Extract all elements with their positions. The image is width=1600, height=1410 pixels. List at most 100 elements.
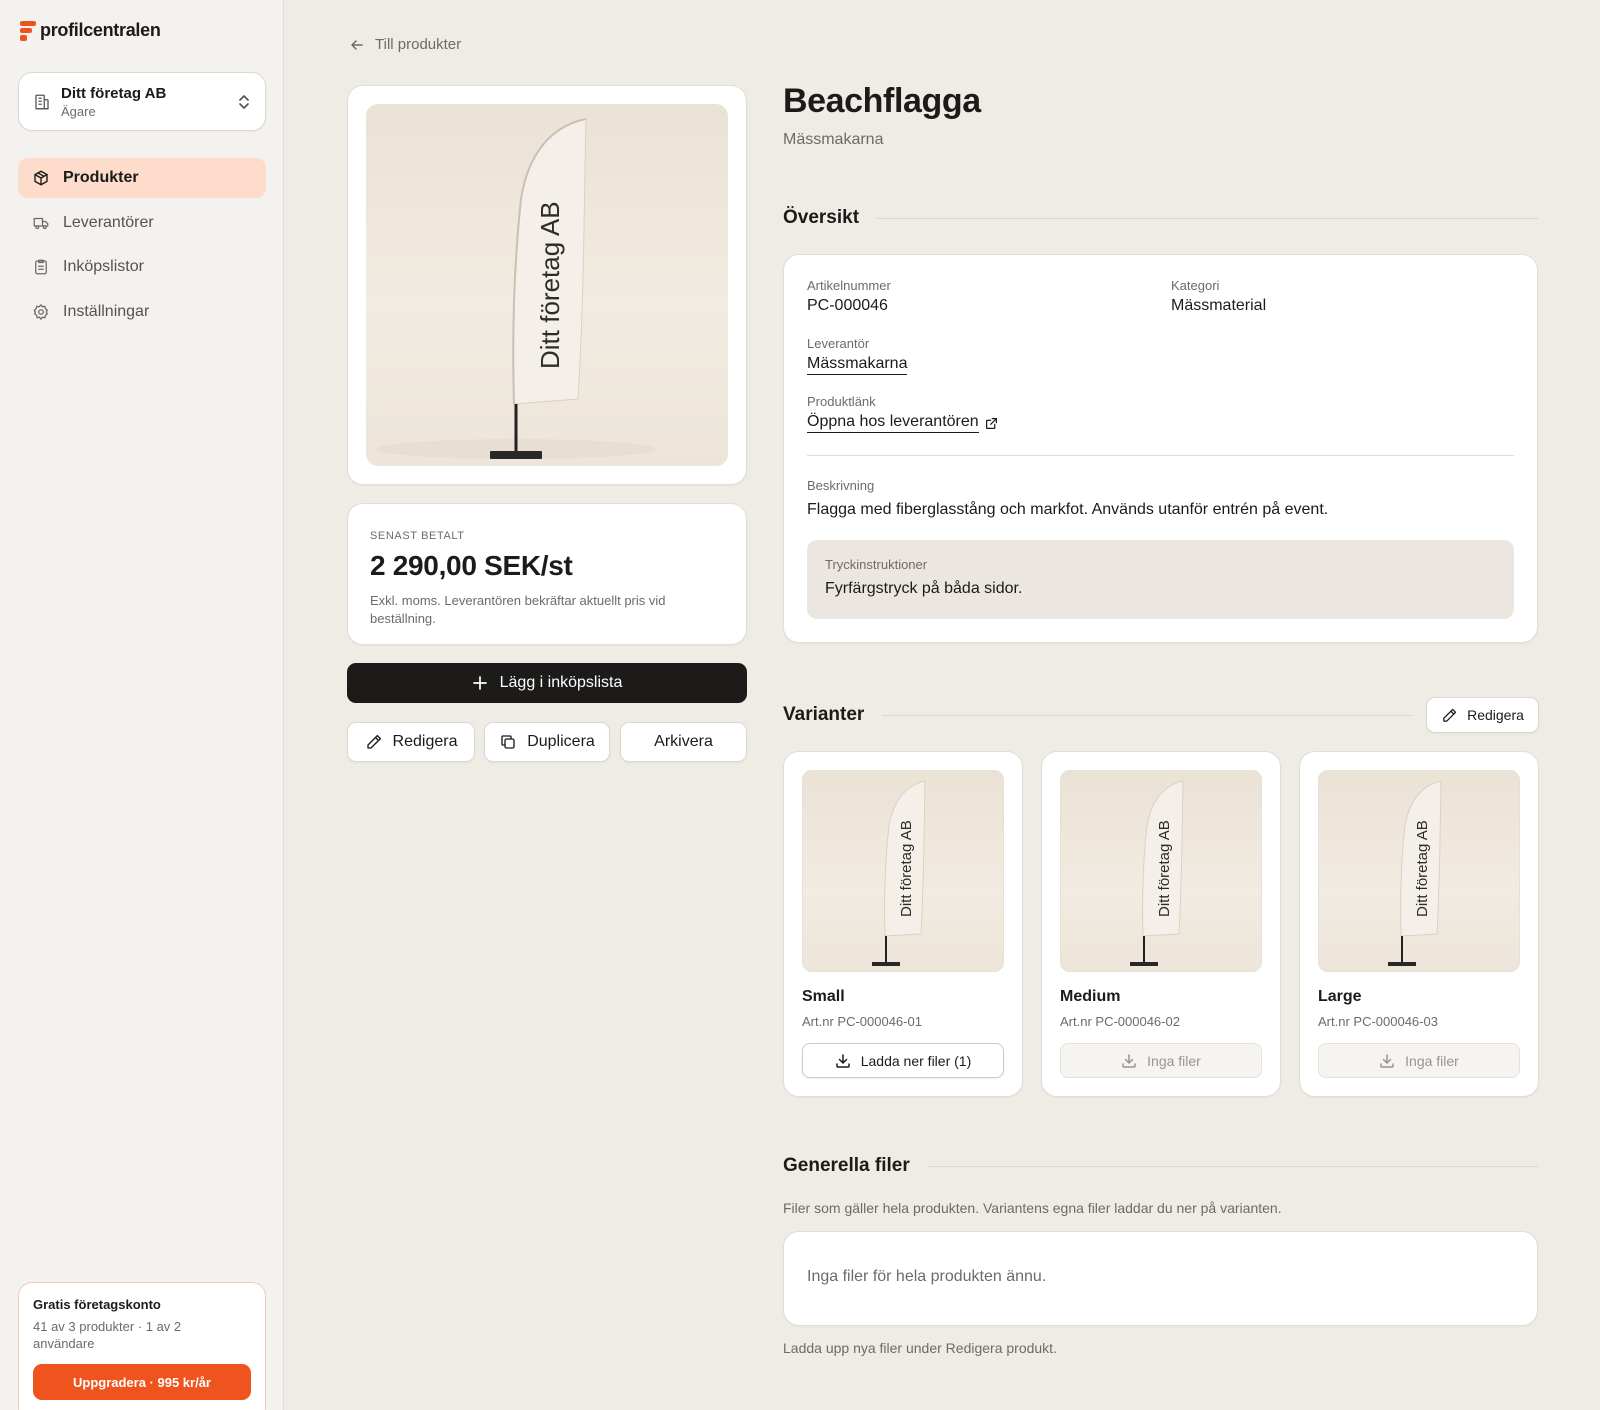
flag-print-text: Ditt företag AB	[898, 820, 915, 917]
download-files-label: Ladda ner filer (1)	[860, 1052, 972, 1069]
article-field: Artikelnummer PC-000046	[807, 278, 891, 315]
product-image-card: Ditt företag AB	[347, 85, 747, 485]
general-files-empty-text: Inga filer för hela produkten ännu.	[807, 1268, 1047, 1285]
description-field: Beskrivning Flagga med fiberglasstång oc…	[807, 478, 1328, 519]
truck-icon	[33, 217, 49, 229]
external-link-icon	[985, 417, 997, 429]
price-note: Exkl. moms. Leverantören bekräftar aktue…	[370, 593, 666, 626]
price-label: SENAST BETALT	[370, 530, 465, 542]
plan-card: Gratis företagskonto 41 av 3 produkter ·…	[18, 1282, 266, 1410]
variants-heading: Varianter	[783, 704, 1413, 726]
no-files-button[interactable]: Inga filer	[1060, 1043, 1262, 1078]
archive-label: Arkivera	[654, 733, 713, 750]
add-to-list-button[interactable]: Lägg i inköpslista	[347, 663, 747, 703]
download-icon	[1122, 1053, 1136, 1068]
download-icon	[835, 1053, 850, 1068]
general-files-heading: Generella filer	[783, 1155, 1538, 1177]
package-icon	[34, 170, 48, 186]
sidebar-item-inkopslistor[interactable]: Inköpslistor	[18, 247, 266, 287]
beach-flag-illustration: Ditt företag AB	[872, 780, 926, 966]
overview-heading: Översikt	[783, 207, 1538, 229]
archive-button[interactable]: Arkivera	[620, 722, 747, 762]
divider	[877, 217, 1538, 219]
logo[interactable]: profilcentralen	[20, 20, 161, 41]
supplier-link[interactable]: Mässmakarna	[807, 355, 908, 375]
product-link-text: Öppna hos leverantören	[807, 413, 979, 433]
print-value: Fyrfärgstryck på båda sidor.	[825, 580, 1023, 597]
price-card: SENAST BETALT 2 290,00 SEK/st Exkl. moms…	[347, 503, 747, 645]
no-files-label: Inga filer	[1405, 1052, 1459, 1069]
general-files-footer: Ladda upp nya filer under Redigera produ…	[783, 1340, 1057, 1356]
upgrade-button[interactable]: Uppgradera · 995 kr/år	[33, 1364, 251, 1400]
flag-print-text: Ditt företag AB	[1414, 820, 1431, 917]
product-title: Beachflagga	[783, 82, 981, 120]
sidebar-item-label: Leverantörer	[63, 213, 154, 231]
plan-usage: 41 av 3 produkter · 1 av 2 användare	[33, 1319, 182, 1351]
price-value: 2 290,00 SEK/st	[370, 550, 573, 581]
general-files-title: Generella filer	[783, 1155, 910, 1176]
edit-button[interactable]: Redigera	[347, 722, 475, 762]
edit-variants-label: Redigera	[1467, 707, 1524, 723]
sidebar: profilcentralen Ditt företag AB Ägare Pr…	[0, 0, 284, 1410]
variant-article: Art.nr PC-000046-01	[802, 1014, 922, 1029]
clipboard-icon	[35, 259, 47, 275]
article-value: PC-000046	[807, 297, 888, 314]
add-to-list-label: Lägg i inköpslista	[499, 674, 623, 691]
gear-icon	[33, 303, 49, 320]
logo-mark-icon	[20, 20, 36, 41]
description-value: Flagga med fiberglasstång och markfot. A…	[807, 501, 1329, 518]
category-label: Kategori	[1171, 278, 1220, 293]
variant-name: Large	[1318, 988, 1362, 1005]
product-image: Ditt företag AB	[366, 104, 728, 466]
general-files-description: Filer som gäller hela produkten. Variant…	[783, 1200, 1282, 1216]
copy-icon	[501, 735, 515, 749]
description-label: Beskrivning	[807, 478, 875, 493]
variant-card: Ditt företag AB Medium Art.nr PC-000046-…	[1041, 751, 1281, 1097]
pencil-icon	[1443, 708, 1457, 722]
org-switcher[interactable]: Ditt företag AB Ägare	[18, 72, 266, 131]
edit-label: Redigera	[392, 733, 458, 750]
org-role: Ägare	[61, 103, 96, 119]
beach-flag-illustration: Ditt företag AB	[376, 118, 656, 459]
flag-print-text: Ditt företag AB	[1156, 820, 1173, 917]
variant-image: Ditt företag AB	[802, 770, 1004, 972]
plan-title: Gratis företagskonto	[33, 1297, 161, 1312]
no-files-button[interactable]: Inga filer	[1318, 1043, 1520, 1078]
overview-card: Artikelnummer PC-000046 Kategori Mässmat…	[783, 254, 1538, 643]
sidebar-item-produkter[interactable]: Produkter	[18, 158, 266, 198]
product-link[interactable]: Öppna hos leverantören	[807, 413, 998, 433]
duplicate-button[interactable]: Duplicera	[484, 722, 610, 762]
divider	[927, 1165, 1538, 1167]
sidebar-item-leverantorer[interactable]: Leverantörer	[18, 203, 266, 243]
print-label: Tryckinstruktioner	[825, 557, 928, 572]
flag-print-text: Ditt företag AB	[535, 201, 565, 369]
back-link[interactable]: Till produkter	[349, 36, 461, 53]
supplier-label: Leverantör	[807, 336, 870, 351]
arrow-left-icon	[351, 39, 363, 50]
product-link-label: Produktlänk	[807, 394, 876, 409]
sidebar-item-label: Inställningar	[63, 302, 150, 320]
org-name: Ditt företag AB	[61, 84, 167, 102]
download-files-button[interactable]: Ladda ner filer (1)	[802, 1043, 1004, 1078]
building-icon	[35, 94, 49, 109]
chevron-up-down-icon	[239, 94, 249, 109]
sidebar-item-installningar[interactable]: Inställningar	[18, 292, 266, 332]
no-files-label: Inga filer	[1147, 1052, 1201, 1069]
supplier-field: Leverantör Mässmakarna	[807, 336, 908, 375]
divider	[807, 455, 1514, 456]
category-field: Kategori Mässmaterial	[1171, 278, 1266, 315]
sidebar-nav: Produkter Leverantörer Inköpslistor Inst…	[18, 158, 266, 336]
beach-flag-illustration: Ditt företag AB	[1388, 780, 1442, 966]
plus-icon	[472, 676, 487, 690]
sidebar-item-label: Inköpslistor	[63, 258, 144, 275]
edit-variants-button[interactable]: Redigera	[1426, 697, 1539, 733]
divider	[882, 714, 1413, 716]
general-files-empty: Inga filer för hela produkten ännu.	[783, 1231, 1538, 1326]
variant-name: Medium	[1060, 988, 1121, 1005]
variant-name: Small	[802, 988, 845, 1005]
logo-text: profilcentralen	[40, 20, 161, 40]
overview-title: Översikt	[783, 207, 860, 228]
beach-flag-illustration: Ditt företag AB	[1130, 780, 1184, 966]
download-icon	[1380, 1053, 1394, 1068]
variant-card: Ditt företag AB Small Art.nr PC-000046-0…	[783, 751, 1023, 1097]
